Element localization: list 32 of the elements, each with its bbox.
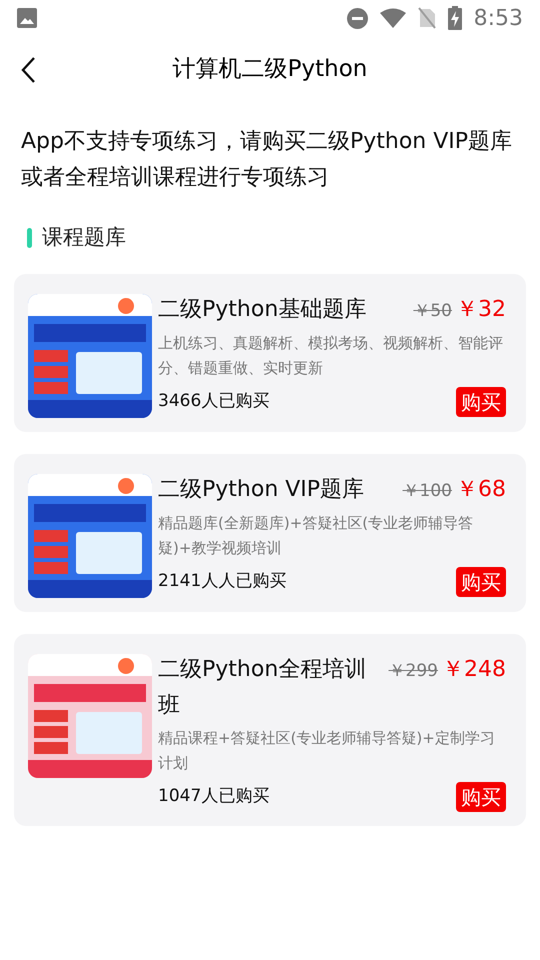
page-title: 计算机二级Python (172, 54, 368, 84)
product-card[interactable]: 二级Python基础题库 ￥50 ￥32 上机练习、真题解析、模拟考场、视频解析、智能评分、错题重做、实时更新 3466人已购买 购买 (14, 274, 526, 432)
original-price: ￥299 (388, 660, 438, 682)
do-not-disturb-icon (346, 8, 368, 28)
sale-price: ￥68 (456, 476, 506, 504)
product-description: 精品课程+答疑社区(专业老师辅导答疑)+定制学习计划 (158, 728, 496, 774)
product-description: 精品题库(全新题库)+答疑社区(专业老师辅导答疑)+教学视频培训 (158, 512, 474, 558)
original-price: ￥100 (402, 480, 452, 502)
back-icon (20, 56, 36, 84)
sale-price: ￥32 (456, 296, 506, 324)
purchase-count: 1047人已购买 (158, 784, 270, 808)
original-price: ￥50 (413, 300, 452, 322)
buy-button[interactable]: 购买 (456, 386, 506, 416)
buy-button[interactable]: 购买 (456, 782, 506, 812)
no-sim-icon (418, 7, 436, 29)
section-marker (27, 228, 32, 248)
product-card[interactable]: 二级Python全程培训班 ￥299 ￥248 精品课程+答疑社区(专业老师辅导答疑)+定制学习计划 1047人已购买 购买 (14, 634, 526, 826)
wifi-icon (380, 8, 406, 28)
product-card[interactable]: 二级Python VIP题库 ￥100 ￥68 精品题库(全新题库)+答疑社区(专业老师辅导答疑)+教学视频培训 2141人人已购买 购买 (14, 454, 526, 612)
product-title: 二级Python VIP题库 (158, 476, 366, 504)
product-title: 二级Python基础题库 (158, 296, 368, 324)
battery-charging-icon (448, 6, 462, 30)
notice-text: App不支持专项练习，请购买二级Python VIP题库或者全程培训课程进行专项练习 (20, 128, 514, 192)
sale-price: ￥248 (442, 656, 506, 684)
image-icon (17, 8, 37, 28)
buy-button[interactable]: 购买 (456, 566, 506, 596)
product-description: 上机练习、真题解析、模拟考场、视频解析、智能评分、错题重做、实时更新 (158, 332, 504, 378)
section-title: 课程题库 (42, 224, 126, 251)
purchase-count: 2141人人已购买 (158, 570, 286, 593)
clock: 8:53 (474, 4, 523, 32)
purchase-count: 3466人已购买 (158, 390, 270, 413)
product-title: 二级Python全程培训班 (158, 656, 368, 720)
